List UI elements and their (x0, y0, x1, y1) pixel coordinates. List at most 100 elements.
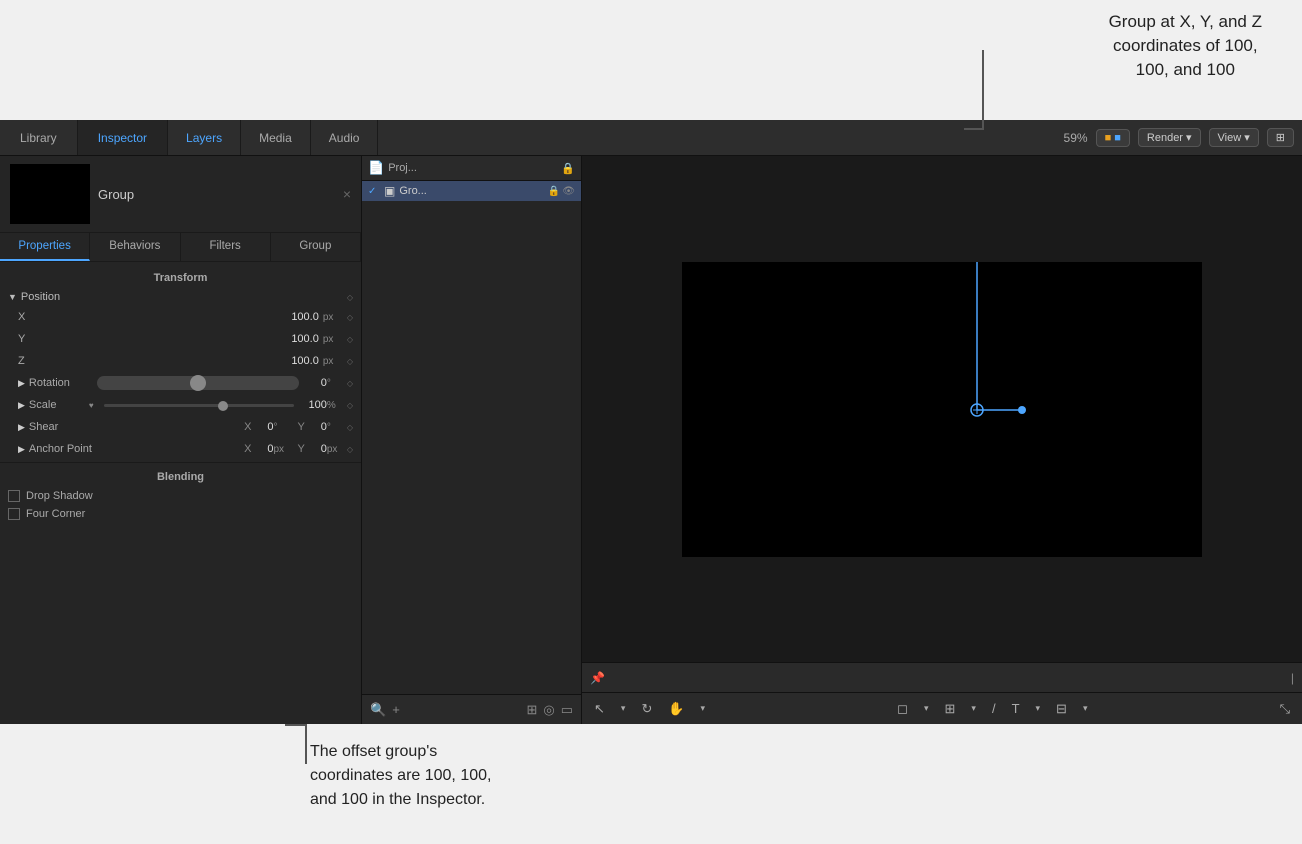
layers-rect-icon[interactable]: ▭ (561, 702, 573, 718)
scale-value[interactable]: 100 (302, 399, 327, 411)
rotation-value[interactable]: 0 (307, 377, 327, 389)
divider-1 (0, 462, 361, 463)
shape-tool[interactable]: ◻ (893, 699, 912, 719)
layers-label: Layers (186, 131, 222, 145)
rotate-tool[interactable]: ↻ (637, 699, 656, 719)
layers-and-canvas: 📄 Proj... 🔒 ✓ ▣ Gro... 🔒 👁 (362, 156, 1302, 724)
bottom-toolbar: ↖ ▾ ↻ ✋ ▾ ◻ ▾ ⊞ ▾ / T ▾ ⊟ ▾ (582, 692, 1302, 724)
anchor-y-unit: px (327, 444, 343, 455)
properties-panel: Transform ▼ Position ◇ X 100.0 px ◇ (0, 262, 361, 724)
hand-dropdown[interactable]: ▾ (697, 701, 710, 716)
z-unit: px (323, 356, 339, 367)
tab-filters[interactable]: Filters (181, 233, 271, 261)
inspector-panel: Group × Properties Behaviors Filters Gro… (0, 156, 362, 724)
align-dropdown[interactable]: ▾ (967, 701, 980, 716)
rotation-triangle: ▶ (18, 378, 25, 389)
tab-behaviors[interactable]: Behaviors (90, 233, 180, 261)
effects-dropdown[interactable]: ▾ (1079, 701, 1092, 716)
view-btn[interactable]: View ▾ (1209, 128, 1259, 147)
shear-diamond: ◇ (347, 423, 353, 432)
app-container: Library Inspector Layers Media Audio 59%… (0, 120, 1302, 724)
prop-row-scale: ▶ Scale ♥ 100 % ◇ (0, 394, 361, 416)
shear-x-value[interactable]: 0 (256, 421, 274, 433)
view-label: View ▾ (1218, 131, 1250, 144)
panel-close-btn[interactable]: × (343, 186, 351, 202)
shear-y-value[interactable]: 0 (309, 421, 327, 433)
position-label: Position (21, 291, 60, 303)
align-tool[interactable]: ⊞ (941, 699, 960, 719)
x-unit: px (323, 312, 339, 323)
text-tool[interactable]: T (1008, 699, 1024, 718)
layers-search-icon[interactable]: 🔍 (370, 702, 386, 718)
layers-grid-icon[interactable]: ⊞ (526, 702, 537, 718)
tab-group[interactable]: Group (271, 233, 361, 261)
hand-tool[interactable]: ✋ (664, 699, 688, 719)
anchor-y-value[interactable]: 0 (309, 443, 327, 455)
shear-y-label: Y (298, 421, 305, 433)
rotation-label: Rotation (29, 377, 89, 389)
z-value[interactable]: 100.0 (279, 355, 319, 367)
library-label: Library (20, 131, 57, 145)
tab-layers[interactable]: Layers (168, 120, 241, 155)
four-corner-checkbox[interactable] (8, 508, 20, 520)
scale-heart-icon: ♥ (89, 401, 94, 410)
proj-name: Proj... (388, 162, 417, 174)
y-unit: px (323, 334, 339, 345)
left-tabs: Library Inspector (0, 120, 168, 155)
prop-row-rotation: ▶ Rotation 0 ° ◇ (0, 372, 361, 394)
z-value-area: 100.0 px ◇ (279, 355, 353, 367)
tab-library[interactable]: Library (0, 120, 78, 155)
tab-media[interactable]: Media (241, 120, 311, 155)
bottom-annotation-text: The offset group's coordinates are 100, … (310, 740, 491, 812)
layers-bottom-bar: 🔍 + ⊞ ◎ ▭ (362, 694, 581, 724)
transform-header: Transform (0, 266, 361, 288)
y-diamond: ◇ (347, 335, 353, 344)
pen-tool[interactable]: / (988, 699, 1000, 718)
main-content: Group × Properties Behaviors Filters Gro… (0, 156, 1302, 724)
layer-lock-icon: 🔒 (548, 186, 560, 197)
tab-inspector[interactable]: Inspector (78, 120, 168, 155)
four-corner-row: Four Corner (0, 505, 361, 523)
position-group-header[interactable]: ▼ Position ◇ (0, 288, 361, 306)
x-label: X (18, 311, 78, 323)
x-value[interactable]: 100.0 (279, 311, 319, 323)
cursor-dropdown[interactable]: ▾ (617, 701, 630, 716)
layers-circle-icon[interactable]: ◎ (543, 702, 554, 718)
anchor-x-value[interactable]: 0 (256, 443, 274, 455)
prop-row-x: X 100.0 px ◇ (0, 306, 361, 328)
text-dropdown[interactable]: ▾ (1032, 701, 1045, 716)
property-tabs: Properties Behaviors Filters Group (0, 233, 361, 262)
layer-actions: 🔒 👁 (548, 186, 575, 197)
tab-audio[interactable]: Audio (311, 120, 379, 155)
position-diamond: ◇ (347, 293, 353, 302)
rotation-slider-handle[interactable] (190, 375, 206, 391)
x-diamond: ◇ (347, 313, 353, 322)
corner-tool[interactable]: ⤡ (1276, 699, 1294, 719)
scale-slider-handle[interactable] (218, 401, 228, 411)
layer-item-group[interactable]: ✓ ▣ Gro... 🔒 👁 (362, 181, 581, 201)
display-btn[interactable]: ⊞ (1267, 128, 1294, 147)
scale-label: Scale (29, 399, 89, 411)
layers-add-icon[interactable]: + (392, 702, 400, 717)
annotation-horizontal-line (964, 128, 984, 130)
shape-dropdown[interactable]: ▾ (920, 701, 933, 716)
effects-tool[interactable]: ⊟ (1052, 699, 1071, 719)
canvas (582, 156, 1302, 662)
color-swatch-btn[interactable]: ■■ (1096, 129, 1130, 147)
y-value-area: 100.0 px ◇ (279, 333, 353, 345)
canvas-timeline: 📌 | (582, 662, 1302, 692)
y-value[interactable]: 100.0 (279, 333, 319, 345)
right-area: 📄 Proj... 🔒 ✓ ▣ Gro... 🔒 👁 (362, 156, 1302, 724)
cursor-tool[interactable]: ↖ (590, 699, 609, 719)
z-diamond: ◇ (347, 357, 353, 366)
render-btn[interactable]: Render ▾ (1138, 128, 1201, 147)
canvas-viewport (682, 262, 1202, 557)
anchor-y-label: Y (298, 443, 305, 455)
canvas-area: 📌 | ↖ ▾ ↻ ✋ ▾ ◻ ▾ ⊞ (582, 156, 1302, 724)
render-label: Render ▾ (1147, 131, 1192, 144)
shear-label: Shear (29, 421, 89, 433)
drop-shadow-checkbox[interactable] (8, 490, 20, 502)
layers-scroll: ✓ ▣ Gro... 🔒 👁 (362, 181, 581, 694)
bottom-annotation-line (305, 724, 307, 764)
tab-properties[interactable]: Properties (0, 233, 90, 261)
